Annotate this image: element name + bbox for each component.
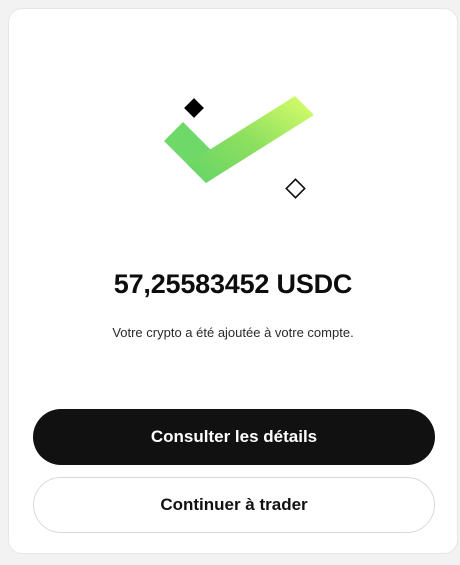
confirmation-message: Votre crypto a été ajoutée à votre compt… <box>112 325 354 340</box>
view-details-button[interactable]: Consulter les détails <box>33 409 435 465</box>
crypto-amount: 57,25583452 USDC <box>113 269 353 299</box>
view-details-button-label: Consulter les détails <box>150 427 318 446</box>
continue-trading-button-label: Continuer à trader <box>160 495 308 514</box>
filled-diamond-icon <box>184 98 204 118</box>
success-illustration <box>164 96 314 199</box>
continue-trading-button[interactable]: Continuer à trader <box>33 477 435 533</box>
outline-diamond-icon <box>285 178 306 199</box>
success-card: 57,25583452 USDC Votre crypto a été ajou… <box>8 8 458 554</box>
